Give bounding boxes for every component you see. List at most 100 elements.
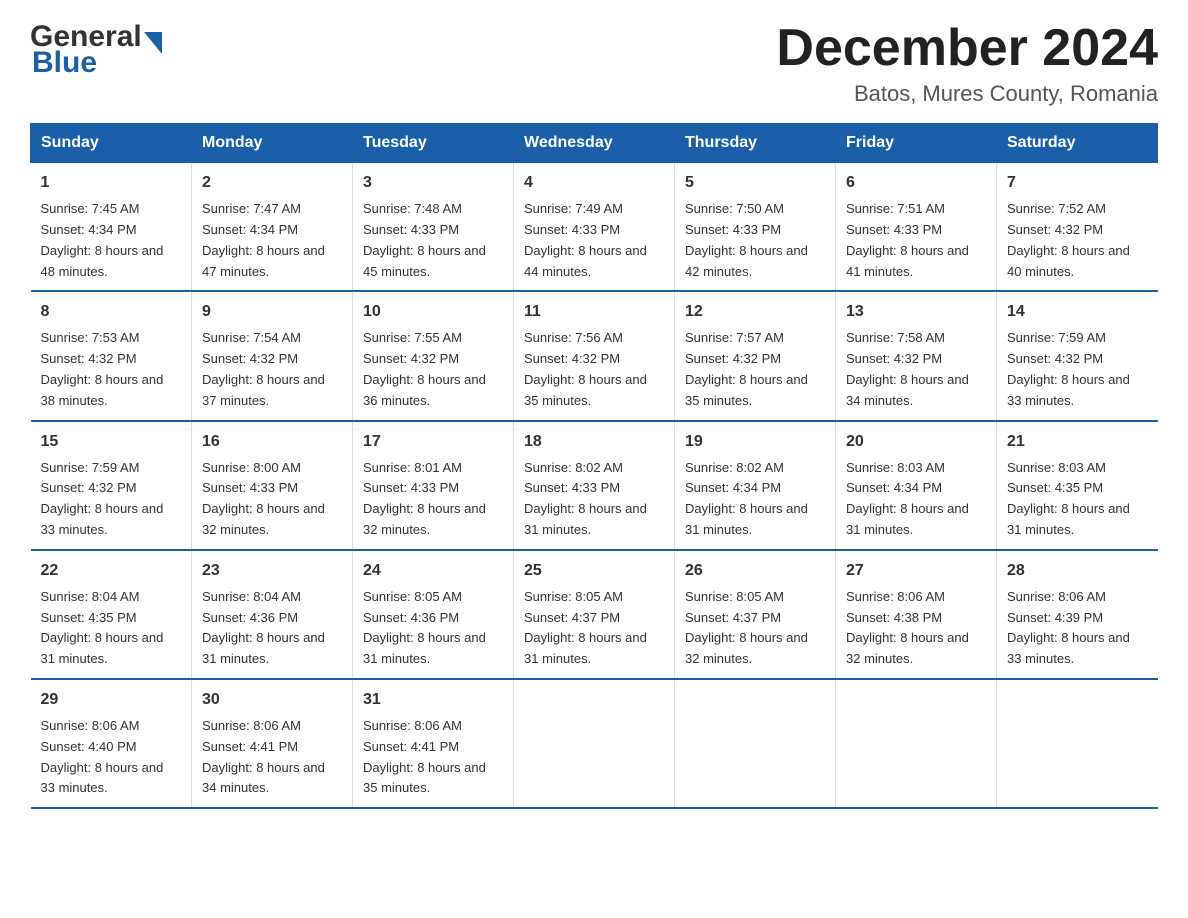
day-info: Sunrise: 7:59 AMSunset: 4:32 PMDaylight:…: [41, 458, 182, 541]
calendar-cell: 17 Sunrise: 8:01 AMSunset: 4:33 PMDayligh…: [353, 421, 514, 550]
day-number: 1: [41, 171, 182, 195]
day-number: 12: [685, 300, 825, 324]
day-number: 22: [41, 559, 182, 583]
day-info: Sunrise: 7:58 AMSunset: 4:32 PMDaylight:…: [846, 328, 986, 411]
day-number: 23: [202, 559, 342, 583]
day-info: Sunrise: 8:03 AMSunset: 4:35 PMDaylight:…: [1007, 458, 1148, 541]
calendar-cell: 2Sunrise: 7:47 AMSunset: 4:34 PMDaylight…: [192, 163, 353, 292]
weekday-header-saturday: Saturday: [997, 124, 1158, 163]
day-number: 27: [846, 559, 986, 583]
day-number: 8: [41, 300, 182, 324]
day-info: Sunrise: 8:05 AMSunset: 4:37 PMDaylight:…: [524, 587, 664, 670]
day-number: 17: [363, 430, 503, 454]
day-info: Sunrise: 8:06 AMSunset: 4:40 PMDaylight:…: [41, 716, 182, 799]
day-info: Sunrise: 7:56 AMSunset: 4:32 PMDaylight:…: [524, 328, 664, 411]
calendar-week-row: 8 Sunrise: 7:53 AMSunset: 4:32 PMDaylight…: [31, 291, 1158, 420]
calendar-week-row: 15 Sunrise: 7:59 AMSunset: 4:32 PMDayligh…: [31, 421, 1158, 550]
day-info: Sunrise: 7:45 AMSunset: 4:34 PMDaylight:…: [41, 199, 182, 282]
calendar-header: SundayMondayTuesdayWednesdayThursdayFrid…: [31, 124, 1158, 163]
calendar-cell: 27 Sunrise: 8:06 AMSunset: 4:38 PMDayligh…: [836, 550, 997, 679]
calendar-cell: 25 Sunrise: 8:05 AMSunset: 4:37 PMDayligh…: [514, 550, 675, 679]
calendar-cell: 4 Sunrise: 7:49 AMSunset: 4:33 PMDaylight…: [514, 163, 675, 292]
calendar-cell: 7 Sunrise: 7:52 AMSunset: 4:32 PMDaylight…: [997, 163, 1158, 292]
calendar-cell: 16 Sunrise: 8:00 AMSunset: 4:33 PMDayligh…: [192, 421, 353, 550]
calendar-cell: 5 Sunrise: 7:50 AMSunset: 4:33 PMDaylight…: [675, 163, 836, 292]
day-info: Sunrise: 8:06 AMSunset: 4:41 PMDaylight:…: [363, 716, 503, 799]
day-info: Sunrise: 7:52 AMSunset: 4:32 PMDaylight:…: [1007, 199, 1148, 282]
weekday-header-monday: Monday: [192, 124, 353, 163]
day-info: Sunrise: 7:51 AMSunset: 4:33 PMDaylight:…: [846, 199, 986, 282]
day-info: Sunrise: 7:59 AMSunset: 4:32 PMDaylight:…: [1007, 328, 1148, 411]
location-title: Batos, Mures County, Romania: [776, 81, 1158, 107]
day-number: 10: [363, 300, 503, 324]
calendar-body: 1 Sunrise: 7:45 AMSunset: 4:34 PMDaylight…: [31, 163, 1158, 808]
day-number: 29: [41, 688, 182, 712]
calendar-cell: 6Sunrise: 7:51 AMSunset: 4:33 PMDaylight…: [836, 163, 997, 292]
calendar-table: SundayMondayTuesdayWednesdayThursdayFrid…: [30, 123, 1158, 809]
day-number: 3: [363, 171, 503, 195]
day-info: Sunrise: 8:04 AMSunset: 4:35 PMDaylight:…: [41, 587, 182, 670]
calendar-cell: 1 Sunrise: 7:45 AMSunset: 4:34 PMDaylight…: [31, 163, 192, 292]
day-number: 4: [524, 171, 664, 195]
calendar-cell: 31 Sunrise: 8:06 AMSunset: 4:41 PMDayligh…: [353, 679, 514, 808]
day-info: Sunrise: 8:02 AMSunset: 4:34 PMDaylight:…: [685, 458, 825, 541]
day-number: 13: [846, 300, 986, 324]
logo-area: General Blue: [30, 20, 144, 80]
weekday-header-row: SundayMondayTuesdayWednesdayThursdayFrid…: [31, 124, 1158, 163]
day-number: 11: [524, 300, 664, 324]
calendar-cell: 9 Sunrise: 7:54 AMSunset: 4:32 PMDaylight…: [192, 291, 353, 420]
day-info: Sunrise: 7:50 AMSunset: 4:33 PMDaylight:…: [685, 199, 825, 282]
calendar-cell: 26 Sunrise: 8:05 AMSunset: 4:37 PMDayligh…: [675, 550, 836, 679]
calendar-cell: 23 Sunrise: 8:04 AMSunset: 4:36 PMDayligh…: [192, 550, 353, 679]
calendar-cell: 22 Sunrise: 8:04 AMSunset: 4:35 PMDayligh…: [31, 550, 192, 679]
day-info: Sunrise: 8:05 AMSunset: 4:37 PMDaylight:…: [685, 587, 825, 670]
day-info: Sunrise: 8:01 AMSunset: 4:33 PMDaylight:…: [363, 458, 503, 541]
calendar-cell: 24 Sunrise: 8:05 AMSunset: 4:36 PMDayligh…: [353, 550, 514, 679]
calendar-cell: 13 Sunrise: 7:58 AMSunset: 4:32 PMDayligh…: [836, 291, 997, 420]
day-number: 2: [202, 171, 342, 195]
day-info: Sunrise: 8:06 AMSunset: 4:41 PMDaylight:…: [202, 716, 342, 799]
day-info: Sunrise: 8:02 AMSunset: 4:33 PMDaylight:…: [524, 458, 664, 541]
day-number: 19: [685, 430, 825, 454]
day-number: 15: [41, 430, 182, 454]
day-info: Sunrise: 7:53 AMSunset: 4:32 PMDaylight:…: [41, 328, 182, 411]
day-info: Sunrise: 8:06 AMSunset: 4:38 PMDaylight:…: [846, 587, 986, 670]
day-info: Sunrise: 8:03 AMSunset: 4:34 PMDaylight:…: [846, 458, 986, 541]
day-number: 21: [1007, 430, 1148, 454]
day-number: 26: [685, 559, 825, 583]
calendar-cell: 11 Sunrise: 7:56 AMSunset: 4:32 PMDayligh…: [514, 291, 675, 420]
calendar-cell: [997, 679, 1158, 808]
calendar-cell: 15 Sunrise: 7:59 AMSunset: 4:32 PMDayligh…: [31, 421, 192, 550]
calendar-cell: 10Sunrise: 7:55 AMSunset: 4:32 PMDayligh…: [353, 291, 514, 420]
calendar-cell: 8 Sunrise: 7:53 AMSunset: 4:32 PMDaylight…: [31, 291, 192, 420]
day-number: 28: [1007, 559, 1148, 583]
day-number: 7: [1007, 171, 1148, 195]
day-info: Sunrise: 8:05 AMSunset: 4:36 PMDaylight:…: [363, 587, 503, 670]
day-number: 5: [685, 171, 825, 195]
day-number: 31: [363, 688, 503, 712]
month-title: December 2024: [776, 20, 1158, 77]
day-number: 18: [524, 430, 664, 454]
day-number: 9: [202, 300, 342, 324]
day-info: Sunrise: 8:00 AMSunset: 4:33 PMDaylight:…: [202, 458, 342, 541]
day-number: 25: [524, 559, 664, 583]
weekday-header-tuesday: Tuesday: [353, 124, 514, 163]
day-info: Sunrise: 7:49 AMSunset: 4:33 PMDaylight:…: [524, 199, 664, 282]
calendar-cell: 18 Sunrise: 8:02 AMSunset: 4:33 PMDayligh…: [514, 421, 675, 550]
calendar-cell: 3 Sunrise: 7:48 AMSunset: 4:33 PMDaylight…: [353, 163, 514, 292]
day-number: 24: [363, 559, 503, 583]
calendar-cell: [514, 679, 675, 808]
calendar-cell: 29 Sunrise: 8:06 AMSunset: 4:40 PMDayligh…: [31, 679, 192, 808]
calendar-week-row: 1 Sunrise: 7:45 AMSunset: 4:34 PMDaylight…: [31, 163, 1158, 292]
day-info: Sunrise: 7:48 AMSunset: 4:33 PMDaylight:…: [363, 199, 503, 282]
weekday-header-sunday: Sunday: [31, 124, 192, 163]
day-info: Sunrise: 8:06 AMSunset: 4:39 PMDaylight:…: [1007, 587, 1148, 670]
page-header: General Blue December 2024 Batos, Mures …: [30, 20, 1158, 107]
day-number: 16: [202, 430, 342, 454]
day-info: Sunrise: 8:04 AMSunset: 4:36 PMDaylight:…: [202, 587, 342, 670]
calendar-cell: 20Sunrise: 8:03 AMSunset: 4:34 PMDayligh…: [836, 421, 997, 550]
calendar-cell: 14Sunrise: 7:59 AMSunset: 4:32 PMDayligh…: [997, 291, 1158, 420]
day-info: Sunrise: 7:54 AMSunset: 4:32 PMDaylight:…: [202, 328, 342, 411]
logo-blue-text: Blue: [32, 46, 97, 80]
calendar-cell: 21 Sunrise: 8:03 AMSunset: 4:35 PMDayligh…: [997, 421, 1158, 550]
